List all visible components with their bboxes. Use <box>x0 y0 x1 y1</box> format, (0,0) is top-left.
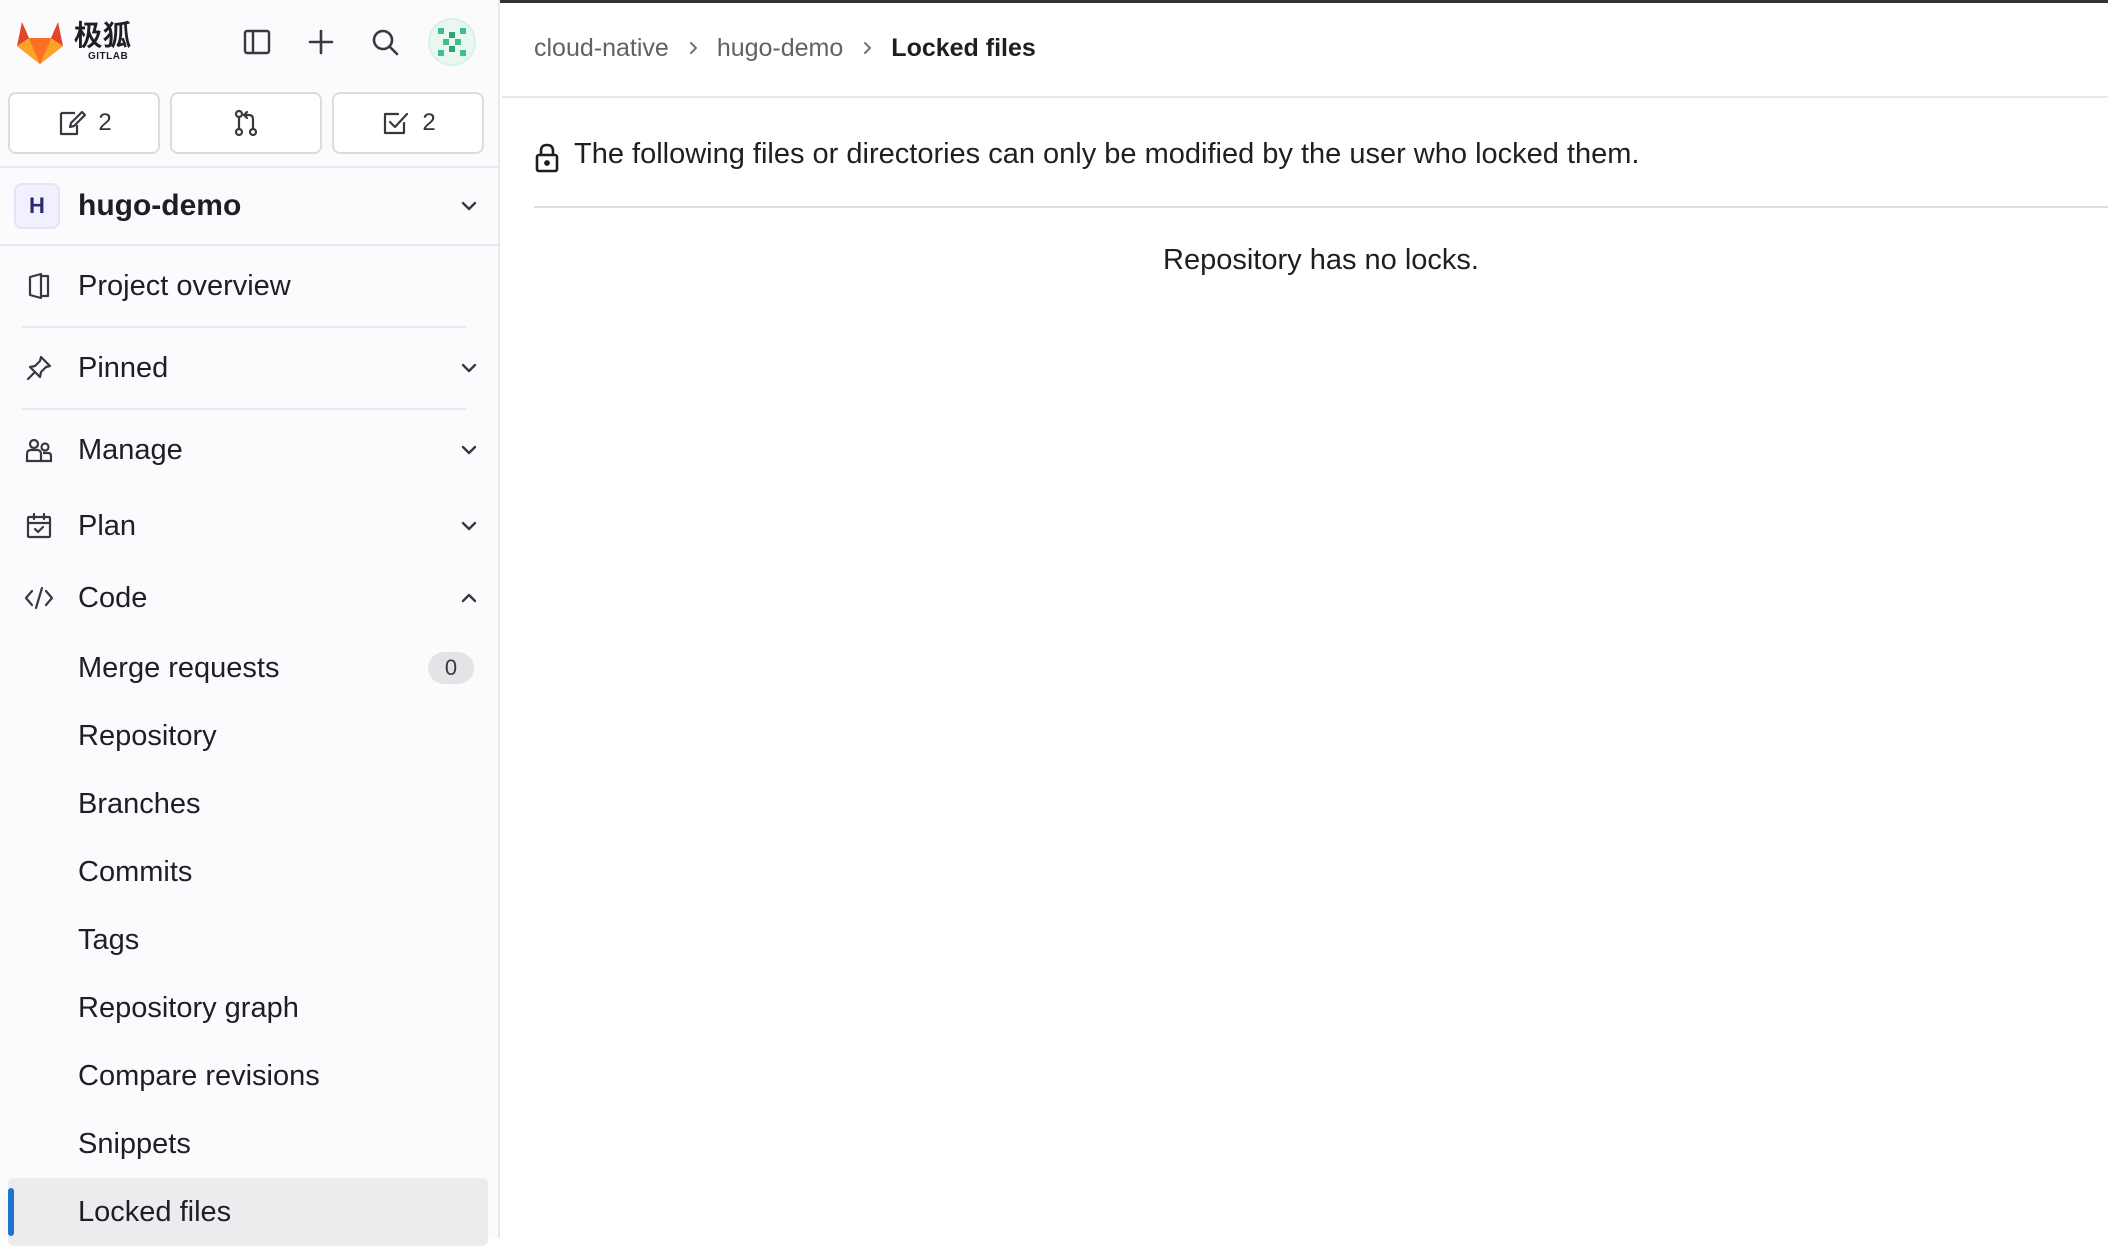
notice-text: The following files or directories can o… <box>574 138 1640 170</box>
todo-icon <box>384 112 409 135</box>
issues-count: 2 <box>98 109 112 136</box>
fox-logo-icon <box>17 22 63 64</box>
todos-count: 2 <box>422 109 436 136</box>
search-button[interactable] <box>364 21 406 63</box>
merge-requests-count-badge: 0 <box>428 652 474 684</box>
nav-pinned[interactable]: Pinned <box>0 328 498 408</box>
chevron-down-icon <box>461 363 477 373</box>
nav-label: Merge requests <box>78 651 280 684</box>
chevron-down-icon <box>461 445 477 455</box>
nav-compare-revisions[interactable]: Compare revisions <box>0 1042 498 1110</box>
brand-name: 极狐 <box>74 19 133 52</box>
nav-label: Commits <box>78 855 193 888</box>
merge-requests-counter-button[interactable] <box>170 92 322 154</box>
chevron-right-icon <box>864 42 872 54</box>
project-icon <box>28 272 50 300</box>
breadcrumb-group-link[interactable]: cloud-native <box>534 34 669 63</box>
nav-repository-graph[interactable]: Repository graph <box>0 974 498 1042</box>
breadcrumb-project-link[interactable]: hugo-demo <box>717 34 843 63</box>
user-avatar[interactable] <box>428 18 476 66</box>
nav-label: Compare revisions <box>78 1059 320 1092</box>
search-icon <box>372 29 399 56</box>
nav-label: Code <box>78 581 148 614</box>
chevron-up-icon <box>461 593 477 603</box>
nav-label: Snippets <box>78 1127 191 1160</box>
create-new-button[interactable] <box>300 21 342 63</box>
identicon-icon <box>438 28 466 56</box>
chevron-down-icon <box>461 201 477 211</box>
locked-files-notice: The following files or directories can o… <box>534 138 2108 208</box>
nav-branches[interactable]: Branches <box>0 770 498 838</box>
user-counters: 2 2 <box>0 84 498 154</box>
nav-label: Pinned <box>78 351 169 384</box>
empty-state-message: Repository has no locks. <box>1163 244 1479 276</box>
logo[interactable]: 极狐 GITLAB <box>14 18 154 66</box>
plus-icon <box>308 29 334 55</box>
nav-tags[interactable]: Tags <box>0 906 498 974</box>
nav-label: Locked files <box>78 1195 232 1228</box>
project-avatar: H <box>14 183 60 229</box>
breadcrumb-current: Locked files <box>891 33 1036 62</box>
users-icon <box>25 438 53 463</box>
nav-label: Manage <box>78 433 183 466</box>
nav-project-overview[interactable]: Project overview <box>0 246 498 326</box>
issues-counter-button[interactable]: 2 <box>8 92 160 154</box>
nav-label: Repository graph <box>78 991 299 1024</box>
nav-label: Branches <box>78 787 201 820</box>
main-content: cloud-native hugo-demo Locked files The … <box>502 0 2108 1238</box>
nav-repository[interactable]: Repository <box>0 702 498 770</box>
issues-icon <box>60 110 87 136</box>
code-icon <box>24 586 54 610</box>
nav-snippets[interactable]: Snippets <box>0 1110 498 1178</box>
nav-merge-requests[interactable]: Merge requests 0 <box>0 634 498 702</box>
chevron-right-icon <box>689 42 697 54</box>
brand-subtitle: GITLAB <box>88 51 129 62</box>
calendar-icon <box>26 512 52 539</box>
nav-label: Tags <box>78 923 140 956</box>
sidebar: 极狐 GITLAB 2 2 H hugo-demo Project overvi… <box>0 0 500 1246</box>
breadcrumb: cloud-native hugo-demo Locked files <box>502 0 2108 98</box>
project-navigation: Project overview Pinned Manage Plan Code… <box>0 246 498 1246</box>
sidebar-toggle-icon <box>243 29 271 55</box>
project-switcher[interactable]: H hugo-demo <box>0 166 498 246</box>
lock-icon <box>535 143 559 173</box>
sidebar-header: 极狐 GITLAB <box>0 0 498 84</box>
merge-request-icon <box>234 109 258 137</box>
chevron-down-icon <box>461 521 477 531</box>
nav-locked-files[interactable]: Locked files <box>8 1178 488 1246</box>
nav-manage[interactable]: Manage <box>0 410 498 490</box>
nav-code[interactable]: Code <box>0 562 498 634</box>
project-name: hugo-demo <box>78 189 242 222</box>
nav-label: Plan <box>78 509 137 542</box>
nav-plan[interactable]: Plan <box>0 490 498 562</box>
todos-counter-button[interactable]: 2 <box>332 92 484 154</box>
nav-commits[interactable]: Commits <box>0 838 498 906</box>
thumbtack-icon <box>26 355 52 381</box>
nav-label: Repository <box>78 719 217 752</box>
nav-label: Project overview <box>78 269 291 302</box>
toggle-sidebar-button[interactable] <box>236 21 278 63</box>
